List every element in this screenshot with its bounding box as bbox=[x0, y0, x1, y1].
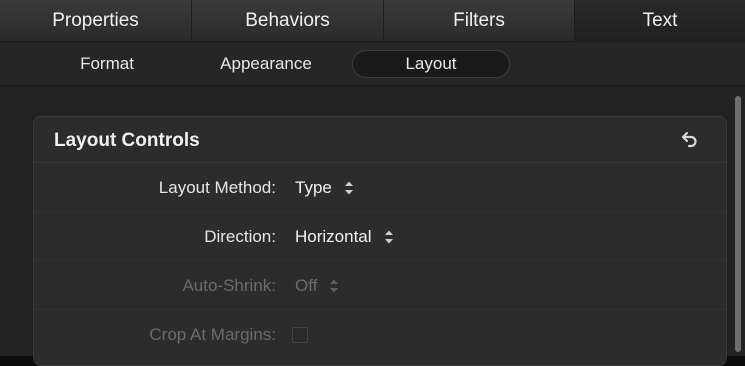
tab-properties[interactable]: Properties bbox=[0, 0, 192, 42]
inspector-tab-bar: Properties Behaviors Filters Text bbox=[0, 0, 745, 42]
auto-shrink-value: Off bbox=[295, 276, 318, 295]
layout-method-row: Layout Method: Type bbox=[34, 163, 726, 212]
panel-title: Layout Controls bbox=[54, 130, 200, 151]
tab-text[interactable]: Text bbox=[575, 0, 745, 42]
crop-at-margins-checkbox[interactable] bbox=[292, 327, 308, 343]
tab-filters[interactable]: Filters bbox=[384, 0, 575, 42]
subtab-layout[interactable]: Layout bbox=[352, 50, 510, 78]
up-down-arrows-icon bbox=[330, 279, 339, 293]
layout-method-popup[interactable]: Type bbox=[295, 178, 354, 198]
direction-label: Direction: bbox=[204, 227, 276, 246]
up-down-arrows-icon bbox=[344, 181, 353, 195]
up-down-arrows-icon bbox=[384, 230, 393, 244]
layout-method-label: Layout Method: bbox=[158, 178, 276, 197]
subtab-appearance[interactable]: Appearance bbox=[196, 50, 336, 78]
crop-at-margins-row: Crop At Margins: bbox=[34, 310, 726, 359]
auto-shrink-label: Auto-Shrink: bbox=[182, 276, 276, 295]
reset-arrow-icon[interactable] bbox=[680, 129, 700, 149]
panel-header: Layout Controls bbox=[34, 117, 726, 163]
tab-behaviors[interactable]: Behaviors bbox=[192, 0, 384, 42]
direction-popup[interactable]: Horizontal bbox=[295, 227, 394, 247]
vertical-scrollbar[interactable] bbox=[735, 96, 741, 352]
auto-shrink-popup: Off bbox=[295, 276, 339, 296]
direction-value: Horizontal bbox=[295, 227, 372, 246]
subtab-format[interactable]: Format bbox=[62, 50, 152, 78]
layout-controls-panel: Layout Controls Layout Method: Type Dire… bbox=[33, 116, 727, 366]
crop-at-margins-label: Crop At Margins: bbox=[149, 325, 276, 344]
text-subtab-bar: Format Appearance Layout bbox=[0, 42, 745, 86]
direction-row: Direction: Horizontal bbox=[34, 212, 726, 261]
auto-shrink-row: Auto-Shrink: Off bbox=[34, 261, 726, 310]
layout-method-value: Type bbox=[295, 178, 332, 197]
